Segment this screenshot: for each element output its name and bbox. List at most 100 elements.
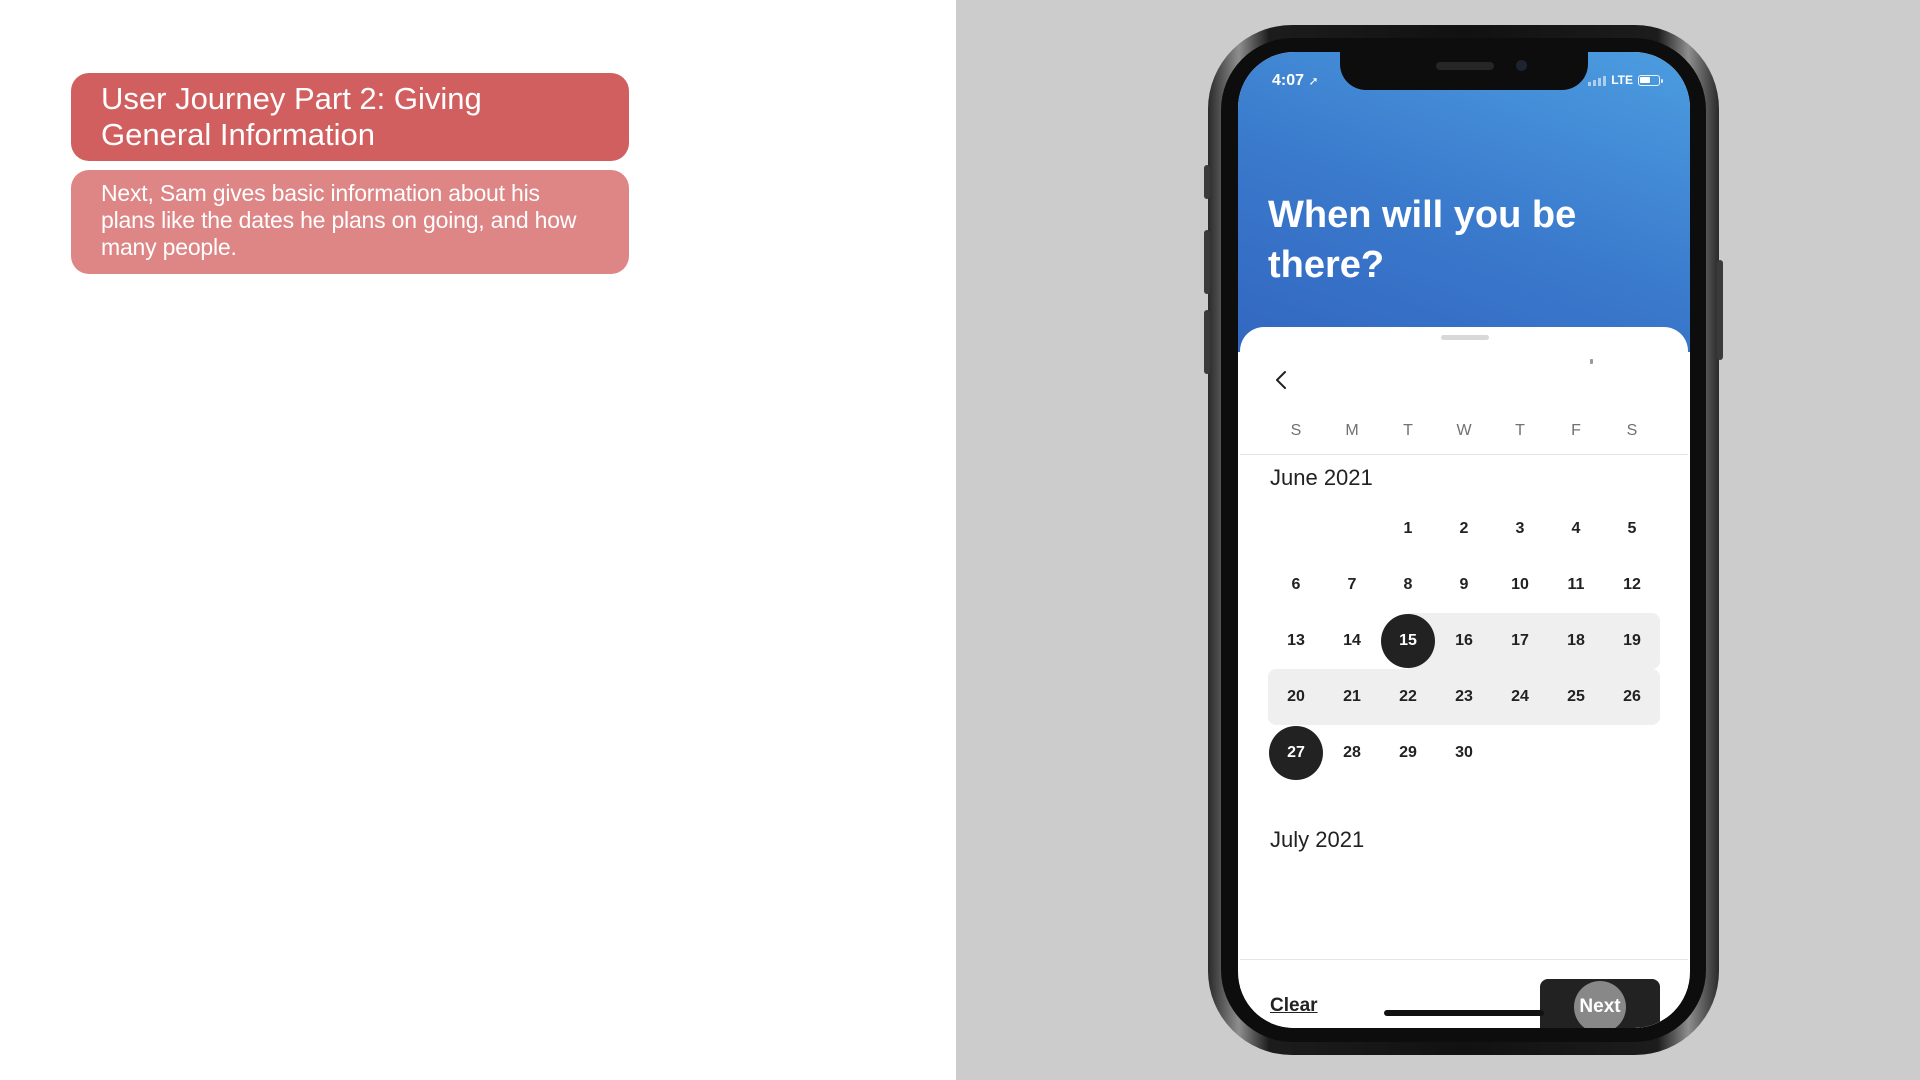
calendar-day[interactable]: 27	[1268, 725, 1324, 781]
calendar-day[interactable]: 1	[1380, 501, 1436, 557]
calendar-day[interactable]: 10	[1492, 557, 1548, 613]
calendar-empty-cell	[1268, 501, 1324, 557]
calendar-day[interactable]: 13	[1268, 613, 1324, 669]
calendar-day[interactable]: 8	[1380, 557, 1436, 613]
calendar-day-number: 26	[1623, 688, 1641, 705]
scroll-mark	[1590, 359, 1593, 364]
calendar-day-number: 27	[1287, 744, 1305, 761]
calendar-day[interactable]: 15	[1380, 613, 1436, 669]
status-indicators: LTE	[1588, 73, 1663, 87]
journey-description-card: Next, Sam gives basic information about …	[71, 170, 629, 274]
sheet-grabber[interactable]	[1441, 335, 1489, 340]
month-label-june: June 2021	[1270, 465, 1373, 490]
calendar-day[interactable]: 24	[1492, 669, 1548, 725]
calendar-day-number: 5	[1627, 520, 1637, 537]
calendar-day-number: 8	[1403, 576, 1413, 593]
calendar-day-number: 12	[1623, 576, 1641, 593]
calendar-day-number: 29	[1399, 744, 1417, 761]
calendar-day-number: 9	[1459, 576, 1469, 593]
calendar-day[interactable]: 18	[1548, 613, 1604, 669]
calendar-day[interactable]: 25	[1548, 669, 1604, 725]
calendar-day[interactable]: 20	[1268, 669, 1324, 725]
calendar-day-number: 24	[1511, 688, 1529, 705]
weekday-label: T	[1403, 422, 1413, 439]
battery-icon	[1638, 74, 1663, 86]
calendar-day-number: 1	[1403, 520, 1413, 537]
calendar-day-number: 7	[1347, 576, 1357, 593]
front-camera	[1516, 60, 1527, 71]
signal-icon	[1588, 75, 1607, 86]
calendar-day[interactable]: 16	[1436, 613, 1492, 669]
clear-button[interactable]: Clear	[1270, 995, 1318, 1017]
calendar-day[interactable]: 29	[1380, 725, 1436, 781]
calendar-empty-cell	[1324, 501, 1380, 557]
next-button[interactable]: Next	[1540, 979, 1660, 1028]
status-time: 4:07 ➚	[1272, 72, 1319, 89]
calendar-day[interactable]: 7	[1324, 557, 1380, 613]
weekday-label: F	[1571, 422, 1581, 439]
month-label-july: July 2021	[1270, 827, 1365, 852]
calendar-day[interactable]: 12	[1604, 557, 1660, 613]
page-title: When will you be there?	[1268, 194, 1577, 286]
calendar-day[interactable]: 14	[1324, 613, 1380, 669]
calendar-day-number: 15	[1399, 632, 1417, 649]
weekday-header: S M T W T F S	[1268, 422, 1660, 440]
phone-screen: 4:07 ➚ LTE When will you be there? S M T…	[1238, 52, 1690, 1028]
weekday-label: T	[1515, 422, 1525, 439]
weekday-divider	[1240, 454, 1688, 455]
calendar-day-number: 22	[1399, 688, 1417, 705]
volume-up-button	[1204, 230, 1210, 294]
calendar-day-number: 16	[1455, 632, 1473, 649]
calendar-day[interactable]: 2	[1436, 501, 1492, 557]
calendar-day-number: 2	[1459, 520, 1469, 537]
calendar-day[interactable]: 3	[1492, 501, 1548, 557]
calendar-day[interactable]: 6	[1268, 557, 1324, 613]
power-button	[1717, 260, 1723, 360]
calendar-day-number: 23	[1455, 688, 1473, 705]
calendar-day[interactable]: 19	[1604, 613, 1660, 669]
calendar-day[interactable]: 9	[1436, 557, 1492, 613]
calendar-day-number: 4	[1571, 520, 1581, 537]
calendar-day-number: 30	[1455, 744, 1473, 761]
calendar-day-number: 17	[1511, 632, 1529, 649]
calendar-day-number: 3	[1515, 520, 1525, 537]
calendar-day[interactable]: 23	[1436, 669, 1492, 725]
calendar-day[interactable]: 21	[1324, 669, 1380, 725]
next-button-label: Next	[1579, 996, 1621, 1017]
mute-switch	[1204, 165, 1210, 199]
journey-title-card: User Journey Part 2: Giving General Info…	[71, 73, 629, 161]
screen-header: 4:07 ➚ LTE When will you be there?	[1238, 52, 1690, 352]
home-indicator[interactable]	[1384, 1010, 1544, 1016]
chevron-left-icon[interactable]	[1266, 365, 1296, 395]
weekday-label: S	[1626, 422, 1638, 439]
network-label: LTE	[1611, 73, 1633, 87]
calendar-day-number: 25	[1567, 688, 1585, 705]
location-arrow-icon: ➚	[1308, 74, 1319, 88]
calendar-day[interactable]: 28	[1324, 725, 1380, 781]
calendar-day-number: 13	[1287, 632, 1305, 649]
calendar-day-number: 20	[1287, 688, 1305, 705]
journey-title: User Journey Part 2: Giving General Info…	[101, 81, 482, 152]
weekday-label: S	[1290, 422, 1302, 439]
volume-down-button	[1204, 310, 1210, 374]
date-picker-sheet: S M T W T F S June 2021 1 2 3 4 5 6 7 8 9 10 11 12 1…	[1240, 327, 1688, 1028]
calendar-day-number: 11	[1567, 576, 1585, 593]
speaker-grille	[1436, 62, 1494, 70]
calendar-grid-june: 1 2 3 4 5 6 7 8 9 10 11 12 13 14 15 16 17 18 19 20 21 22 23 24 2…	[1268, 501, 1660, 781]
calendar-day-number: 28	[1343, 744, 1361, 761]
phone-notch	[1340, 52, 1588, 90]
calendar-day[interactable]: 26	[1604, 669, 1660, 725]
weekday-label: W	[1456, 422, 1472, 439]
calendar-day[interactable]: 11	[1548, 557, 1604, 613]
calendar-day-number: 21	[1343, 688, 1361, 705]
calendar-day-number: 10	[1511, 576, 1529, 593]
calendar-day[interactable]: 17	[1492, 613, 1548, 669]
calendar-day[interactable]: 4	[1548, 501, 1604, 557]
calendar-day[interactable]: 30	[1436, 725, 1492, 781]
journey-description: Next, Sam gives basic information about …	[101, 180, 577, 260]
weekday-label: M	[1345, 422, 1359, 439]
calendar-day-number: 14	[1343, 632, 1361, 649]
calendar-day[interactable]: 22	[1380, 669, 1436, 725]
calendar-day[interactable]: 5	[1604, 501, 1660, 557]
calendar-day-number: 6	[1291, 576, 1301, 593]
